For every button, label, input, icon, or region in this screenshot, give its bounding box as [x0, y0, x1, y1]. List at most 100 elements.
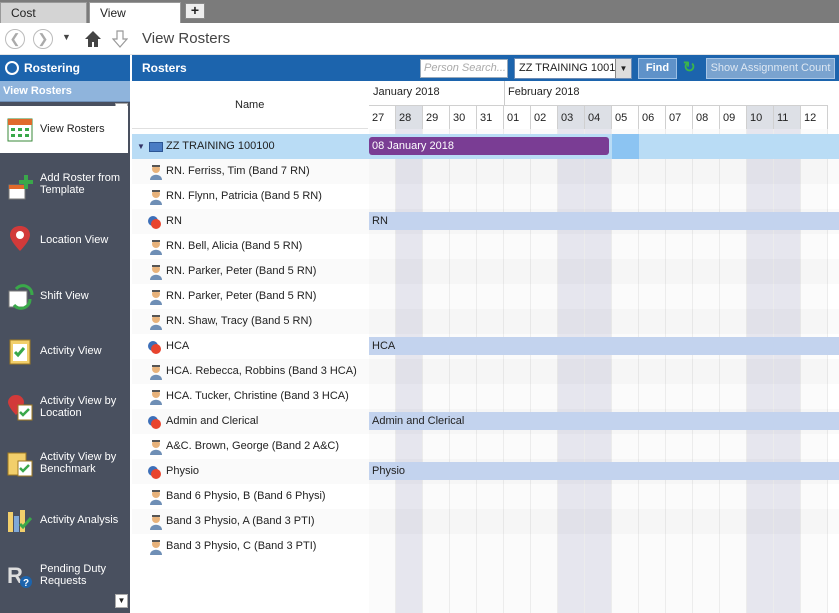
- person-row[interactable]: RN. Parker, Peter (Band 5 RN): [132, 284, 368, 309]
- day-header: 03: [558, 105, 585, 129]
- shift-cycle-icon: [8, 284, 34, 310]
- refresh-icon[interactable]: ↻: [683, 60, 699, 76]
- sidebar-item-label: View Rosters: [40, 123, 105, 135]
- location-check-icon: [8, 395, 33, 421]
- sidebar-item-pending-duty-requests[interactable]: R? Pending Duty Requests: [0, 557, 128, 609]
- sidebar-item-activity-view[interactable]: Activity View: [0, 334, 128, 386]
- name-column-header[interactable]: Name: [132, 81, 368, 129]
- group-row[interactable]: Admin and Clerical: [132, 409, 368, 434]
- row-label: Physio: [166, 465, 200, 477]
- clock-icon: [5, 61, 19, 75]
- day-header: 08: [693, 105, 720, 129]
- row-label: Band 3 Physio, A (Band 3 PTI): [166, 515, 315, 527]
- row-label: RN. Bell, Alicia (Band 5 RN): [166, 240, 303, 252]
- row-label: Admin and Clerical: [166, 415, 259, 427]
- sidebar-item-activity-analysis[interactable]: Activity Analysis: [0, 501, 128, 553]
- download-arrow-icon[interactable]: [112, 30, 128, 48]
- group-row[interactable]: HCA: [132, 334, 368, 359]
- find-button[interactable]: Find: [638, 58, 677, 79]
- day-header: 31: [477, 105, 504, 129]
- tab-view-rosters[interactable]: View Rosters: [89, 2, 181, 41]
- history-dropdown-icon[interactable]: ▼: [62, 32, 71, 42]
- sidebar-item-location-view[interactable]: Location View: [0, 220, 128, 272]
- person-icon: [150, 290, 162, 305]
- rosters-toolbar: Rosters Person Search... ZZ TRAINING 100…: [132, 55, 839, 81]
- day-header: 29: [423, 105, 450, 129]
- sidebar-item-view-rosters[interactable]: View Rosters: [0, 106, 128, 153]
- month-label: February 2018: [508, 86, 580, 98]
- tab-cost-centres[interactable]: Cost Centres: [0, 2, 87, 41]
- person-row[interactable]: RN. Ferriss, Tim (Band 7 RN): [132, 159, 368, 184]
- sidebar-item-label: Pending Duty Requests: [40, 563, 107, 587]
- row-label: A&C. Brown, George (Band 2 A&C): [166, 440, 340, 452]
- sidebar-header[interactable]: Rostering: [0, 55, 130, 81]
- group-row[interactable]: Physio: [132, 459, 368, 484]
- sidebar-item-label: Add Roster from Template: [40, 172, 121, 196]
- sidebar-item-activity-view-by-benchmark[interactable]: Activity View by Benchmark: [0, 445, 128, 497]
- sidebar-item-add-roster-from-template[interactable]: Add Roster from Template: [0, 163, 128, 215]
- sidebar-header-label: Rostering: [24, 61, 81, 75]
- sidebar-item-activity-view-by-location[interactable]: Activity View by Location: [0, 389, 128, 441]
- roster-row[interactable]: ▼ ZZ TRAINING 100100: [132, 134, 368, 159]
- day-header: 09: [720, 105, 747, 129]
- map-pin-icon: [10, 226, 30, 251]
- group-bar: Physio: [369, 462, 839, 480]
- person-row[interactable]: RN. Bell, Alicia (Band 5 RN): [132, 234, 368, 259]
- group-icon: [148, 466, 161, 479]
- day-header: 10: [747, 105, 774, 129]
- person-icon: [150, 390, 162, 405]
- day-header: 27: [369, 105, 396, 129]
- back-icon[interactable]: ❮: [5, 29, 25, 49]
- group-icon: [148, 416, 161, 429]
- calendar-icon: [7, 118, 33, 142]
- person-row[interactable]: A&C. Brown, George (Band 2 A&C): [132, 434, 368, 459]
- row-label: RN. Flynn, Patricia (Band 5 RN): [166, 190, 322, 202]
- add-tab-button[interactable]: +: [185, 3, 205, 19]
- row-label: Band 6 Physio, B (Band 6 Physi): [166, 490, 326, 502]
- person-row[interactable]: Band 6 Physio, B (Band 6 Physi): [132, 484, 368, 509]
- person-row[interactable]: RN. Shaw, Tracy (Band 5 RN): [132, 309, 368, 334]
- person-icon: [150, 515, 162, 530]
- timeline-header: January 2018 February 2018 27 28 29 30 31 01 0…: [369, 81, 839, 129]
- group-row[interactable]: RN: [132, 209, 368, 234]
- show-assignment-count-button[interactable]: Show Assignment Count: [706, 58, 835, 79]
- person-search-input[interactable]: Person Search...: [420, 59, 508, 78]
- person-row[interactable]: HCA. Tucker, Christine (Band 3 HCA): [132, 384, 368, 409]
- roster-select[interactable]: ZZ TRAINING 100100 ▼: [514, 58, 632, 79]
- person-icon: [150, 440, 162, 455]
- clipboard-check-icon: [9, 339, 31, 365]
- forward-icon[interactable]: ❯: [33, 29, 53, 49]
- tab-bar: Cost Centres View Rosters +: [0, 0, 839, 41]
- row-label: RN. Parker, Peter (Band 5 RN): [166, 265, 317, 277]
- person-icon: [150, 490, 162, 505]
- row-label: RN. Parker, Peter (Band 5 RN): [166, 290, 317, 302]
- page-title: View Rosters: [142, 30, 231, 47]
- pending-request-icon: R?: [7, 563, 32, 589]
- row-label: Band 3 Physio, C (Band 3 PTI): [166, 540, 317, 552]
- person-row[interactable]: Band 3 Physio, A (Band 3 PTI): [132, 509, 368, 534]
- row-label: RN. Ferriss, Tim (Band 7 RN): [166, 165, 310, 177]
- roster-date-bar[interactable]: 08 January 2018: [369, 137, 609, 155]
- group-bar: HCA: [369, 337, 839, 355]
- rosters-panel: Rosters Person Search... ZZ TRAINING 100…: [132, 55, 839, 613]
- today-cell: [612, 134, 639, 159]
- sidebar-item-shift-view[interactable]: Shift View: [0, 277, 128, 329]
- person-row[interactable]: Band 3 Physio, C (Band 3 PTI): [132, 534, 368, 559]
- folder-check-icon: [7, 452, 33, 477]
- home-icon[interactable]: [84, 30, 102, 48]
- collapse-arrow-icon[interactable]: ▼: [137, 142, 145, 151]
- day-header: 04: [585, 105, 612, 129]
- sidebar-scroll-down-button[interactable]: ▼: [115, 594, 128, 608]
- roster-folder-icon: [149, 142, 163, 152]
- person-row[interactable]: HCA. Rebecca, Robbins (Band 3 HCA): [132, 359, 368, 384]
- person-row[interactable]: RN. Parker, Peter (Band 5 RN): [132, 259, 368, 284]
- chevron-down-icon[interactable]: ▼: [615, 59, 631, 78]
- sidebar-item-label: Activity View by Benchmark: [40, 451, 117, 475]
- person-row[interactable]: RN. Flynn, Patricia (Band 5 RN): [132, 184, 368, 209]
- sidebar-item-label: Shift View: [40, 290, 89, 302]
- toolbar: ❮ ❯ ▼ View Rosters: [0, 23, 839, 55]
- person-icon: [150, 315, 162, 330]
- person-icon: [150, 265, 162, 280]
- day-header: 02: [531, 105, 558, 129]
- svg-text:?: ?: [23, 578, 29, 589]
